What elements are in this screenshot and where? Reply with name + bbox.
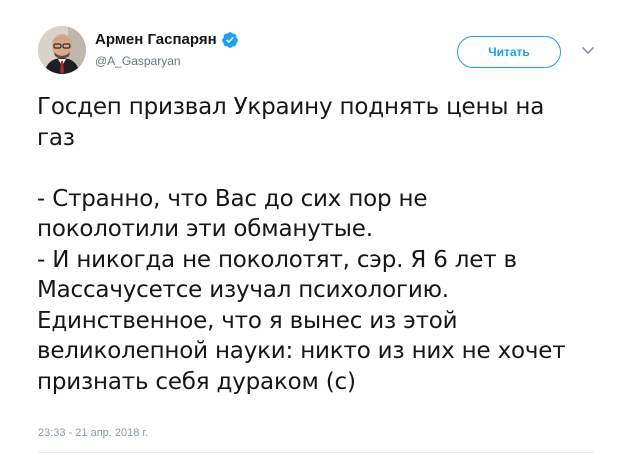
tweet-card: Армен Гаспарян @A_Gasparyan Читать Госде… [0, 0, 632, 462]
author-name[interactable]: Армен Гаспарян [95, 30, 217, 50]
follow-button[interactable]: Читать [457, 36, 561, 68]
author-handle[interactable]: @A_Gasparyan [95, 53, 239, 69]
chevron-down-icon[interactable] [580, 42, 596, 58]
tweet-line: великолепной науки: никто из них не хоче… [37, 338, 566, 364]
name-row: Армен Гаспарян [95, 30, 239, 50]
tweet-line: признать себя дураком (с) [37, 368, 356, 395]
user-info[interactable]: Армен Гаспарян @A_Gasparyan [95, 30, 239, 69]
tweet-line: - И никогда не поколотят, сэр. Я 6 лет в [37, 246, 517, 273]
verified-badge-icon [221, 31, 239, 49]
tweet-text: Госдеп призвал Украину поднять цены на г… [37, 92, 612, 397]
tweet-line: поколотили эти обманутые. [37, 216, 373, 242]
tweet-line: Массачусетсе изучал психологию. [37, 277, 449, 303]
tweet-line: Госдеп призвал Украину поднять цены на [37, 94, 545, 120]
avatar[interactable] [38, 26, 86, 74]
tweet-timestamp[interactable]: 23:33 - 21 апр. 2018 г. [38, 427, 148, 439]
tweet-line: газ [37, 124, 75, 151]
divider [38, 452, 594, 453]
tweet-line: - Странно, что Вас до сих пор не [37, 185, 428, 212]
tweet-line: Единственное, что я вынес из этой [37, 307, 458, 334]
